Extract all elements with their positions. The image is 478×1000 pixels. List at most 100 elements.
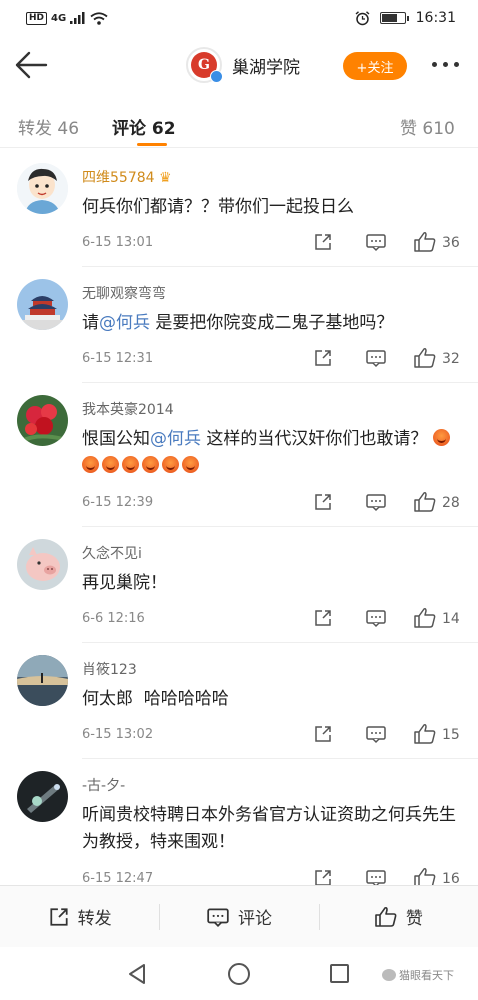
author-name[interactable]: 四维55784 [82, 170, 155, 186]
repost-icon[interactable] [313, 232, 333, 252]
angry-emoji-icon [182, 456, 199, 473]
watermark-text: 猫眼看天下 [399, 969, 454, 982]
comment-text-post: 是要把你院变成二鬼子基地吗？ [150, 313, 394, 333]
avatar[interactable] [17, 163, 68, 214]
like-icon[interactable] [413, 607, 437, 629]
comment-text: 再见巢院！ [82, 573, 167, 593]
comment-text-pre: 请 [82, 313, 99, 333]
reply-icon[interactable] [365, 232, 387, 252]
back-arrow-icon[interactable] [14, 50, 48, 80]
system-nav-bar: 猫眼看天下 [0, 947, 478, 1000]
system-home-icon[interactable] [228, 963, 250, 985]
tab-bar: 转发 46 评论 62 赞 610 [0, 96, 478, 148]
repost-icon[interactable] [313, 492, 333, 512]
author-name[interactable]: 久念不见i [82, 543, 142, 563]
account-name[interactable]: 巢湖学院 [232, 53, 300, 78]
tab-repost[interactable]: 转发 46 [18, 114, 79, 139]
repost-icon[interactable] [313, 608, 333, 628]
mention-link[interactable]: @何兵 [99, 313, 150, 333]
repost-label: 转发 [77, 909, 112, 929]
system-back-icon[interactable] [126, 963, 148, 985]
comment-time: 6-15 13:02 [82, 727, 154, 742]
like-label: 赞 [405, 909, 423, 929]
reply-icon[interactable] [365, 348, 387, 368]
like-icon[interactable] [413, 347, 437, 369]
avatar[interactable] [17, 395, 68, 446]
comment-text: 请@何兵 是要把你院变成二鬼子基地吗？ [82, 310, 460, 337]
repost-icon[interactable] [313, 724, 333, 744]
network-type: 4G [51, 12, 67, 24]
like-icon [375, 906, 397, 927]
mention-link[interactable]: @何兵 [150, 429, 201, 449]
comment-meta: 6-6 12:16 14 [82, 608, 462, 630]
reply-icon[interactable] [365, 724, 387, 744]
reply-icon[interactable] [365, 608, 387, 628]
signal-icon [70, 12, 85, 24]
like-icon[interactable] [413, 723, 437, 745]
comment-label: 评论 [237, 909, 272, 929]
comment-meta: 6-15 12:39 28 [82, 492, 462, 514]
comment-time: 6-15 12:31 [82, 351, 154, 366]
reply-icon[interactable] [365, 492, 387, 512]
repost-icon[interactable] [313, 348, 333, 368]
angry-emoji-icon [142, 456, 159, 473]
system-recent-apps-icon[interactable] [330, 964, 349, 983]
active-tab-indicator [137, 143, 167, 146]
action-bar: 转发 评论 赞 [0, 885, 478, 947]
like-count: 14 [442, 611, 460, 627]
network-indicator: HD 4G [26, 11, 108, 25]
repost-button[interactable]: 转发 [0, 886, 159, 947]
account-avatar[interactable]: G [186, 47, 223, 83]
comment-meta: 6-15 12:31 32 [82, 348, 462, 370]
comment-time: 6-15 12:39 [82, 495, 154, 510]
comment-time: 6-6 12:16 [82, 611, 145, 626]
repost-icon [50, 907, 68, 926]
like-icon[interactable] [413, 491, 437, 513]
comment-icon [207, 907, 229, 927]
author-name[interactable]: -古-夕- [82, 775, 125, 795]
avatar[interactable] [17, 539, 68, 590]
angry-emoji-icon [122, 456, 139, 473]
author-name[interactable]: 肖筱123 [82, 659, 137, 679]
tab-likes[interactable]: 赞 610 [400, 114, 455, 139]
comment-text: 恨国公知@何兵 这样的当代汉奸你们也敢请？ [82, 426, 460, 480]
account-header[interactable]: G 巢湖学院 [186, 47, 300, 83]
angry-emoji-icon [162, 456, 179, 473]
avatar[interactable] [17, 279, 68, 330]
comment-time: 6-15 12:47 [82, 871, 154, 886]
comment-text: 何太郎 哈哈哈哈哈 [82, 689, 229, 709]
more-options-icon[interactable] [432, 62, 459, 67]
nav-bar: G 巢湖学院 +关注 [0, 36, 478, 94]
divider [82, 266, 478, 267]
follow-button[interactable]: +关注 [343, 52, 407, 80]
author-name[interactable]: 我本英豪2014 [82, 399, 174, 419]
like-icon[interactable] [413, 231, 437, 253]
watermark: 猫眼看天下 [382, 967, 454, 983]
vip-crown-icon: ♛ [159, 170, 172, 186]
like-count: 36 [442, 235, 460, 251]
alarm-icon [355, 10, 370, 25]
divider [82, 642, 478, 643]
comment-author[interactable]: 四维55784 ♛ [82, 167, 172, 187]
battery-icon [379, 12, 409, 24]
divider [82, 758, 478, 759]
comment-text: 听闻贵校特聘日本外务省官方认证资助之何兵先生为教授，特来围观！ [82, 805, 456, 852]
tab-comments[interactable]: 评论 62 [112, 114, 176, 139]
comment-button[interactable]: 评论 [159, 886, 318, 947]
comment-text-pre: 恨国公知 [82, 429, 150, 449]
verified-badge-icon [210, 70, 223, 83]
avatar[interactable] [17, 655, 68, 706]
avatar[interactable] [17, 771, 68, 822]
like-count: 28 [442, 495, 460, 511]
angry-emoji-icon [82, 456, 99, 473]
comment-text-post: 这样的当代汉奸你们也敢请？ [201, 429, 428, 449]
comment-time: 6-15 13:01 [82, 235, 154, 250]
wechat-icon [382, 969, 396, 981]
angry-emoji-icon [432, 429, 450, 446]
comment-meta: 6-15 13:02 15 [82, 724, 462, 746]
like-button[interactable]: 赞 [318, 886, 478, 947]
author-name[interactable]: 无聊观察弯弯 [82, 283, 166, 303]
wifi-icon [90, 11, 108, 25]
comment-meta: 6-15 13:01 36 [82, 232, 462, 254]
like-count: 15 [442, 727, 460, 743]
